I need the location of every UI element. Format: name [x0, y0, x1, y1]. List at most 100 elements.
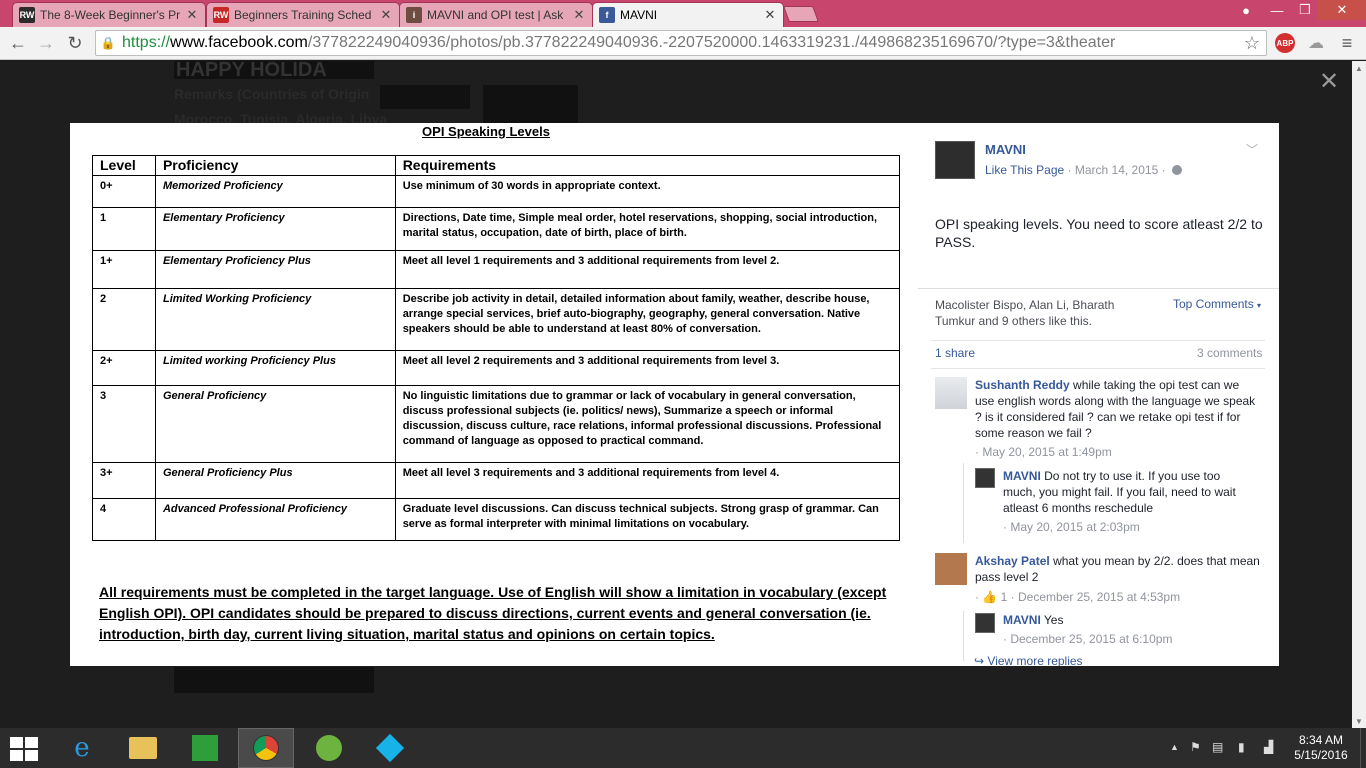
requirements-cell: Use minimum of 30 words in appropriate c…: [394, 175, 901, 208]
comment-author[interactable]: MAVNI: [1003, 469, 1041, 483]
battery-icon[interactable]: ▮: [1238, 740, 1245, 754]
close-tab-icon[interactable]: ✕: [379, 7, 393, 23]
close-tab-icon[interactable]: ✕: [185, 7, 199, 23]
minimize-icon[interactable]: —: [1262, 0, 1292, 20]
level-cell: 0+: [92, 175, 156, 208]
start-pane: [10, 750, 23, 761]
page-avatar[interactable]: [935, 141, 975, 179]
background-image-fragment: [174, 667, 374, 693]
chrome-taskbar-button[interactable]: [238, 728, 294, 768]
table-row: 1+ Elementary Proficiency Plus Meet all …: [92, 250, 901, 289]
tab-title: MAVNI: [620, 8, 658, 22]
document-title: OPI Speaking Levels: [422, 124, 550, 139]
avatar[interactable]: [975, 468, 995, 488]
browser-toolbar: ← → ↻ 🔒 https://www.facebook.com/3778222…: [0, 27, 1366, 60]
chevron-down-icon[interactable]: ﹀: [1246, 141, 1258, 158]
reload-icon[interactable]: ↻: [63, 32, 87, 54]
system-clock[interactable]: 8:34 AM 5/15/2016: [1292, 733, 1350, 763]
shares-link[interactable]: 1 share: [935, 346, 975, 360]
page-name-link[interactable]: MAVNI: [985, 142, 1026, 157]
reply: MAVNI Yes: [1003, 612, 1253, 628]
comment-timestamp[interactable]: · May 20, 2015 at 2:03pm: [1003, 520, 1140, 534]
post-sidebar: MAVNI ﹀ Like This Page · March 14, 2015 …: [918, 123, 1279, 666]
clock-date: 5/15/2016: [1294, 748, 1348, 762]
windows-start-icon[interactable]: [10, 737, 38, 761]
avatar[interactable]: [975, 613, 995, 633]
chrome-icon: [253, 735, 279, 761]
close-tab-icon[interactable]: ✕: [572, 7, 586, 23]
store-icon[interactable]: [177, 728, 233, 768]
menu-icon[interactable]: ≡: [1336, 33, 1358, 53]
level-cell: 3+: [92, 462, 156, 499]
comment-timestamp[interactable]: · December 25, 2015 at 6:10pm: [1003, 632, 1172, 646]
restore-icon[interactable]: ❐: [1292, 0, 1318, 20]
table-row: 4 Advanced Professional Proficiency Grad…: [92, 498, 901, 541]
comment-author[interactable]: Akshay Patel: [975, 554, 1050, 568]
url-scheme: https://: [122, 34, 171, 51]
adblock-plus-icon[interactable]: ABP: [1275, 33, 1295, 53]
avatar[interactable]: [935, 553, 967, 585]
column-header: Proficiency: [154, 155, 396, 176]
avatar[interactable]: [935, 377, 967, 409]
close-theater-icon[interactable]: ✕: [1318, 68, 1340, 95]
window-close-icon[interactable]: ✕: [1318, 0, 1366, 20]
page-scrollbar[interactable]: ▲ ▼: [1352, 61, 1366, 728]
kodi-icon[interactable]: [362, 728, 418, 768]
tab-title: The 8-Week Beginner's Pr: [40, 8, 181, 22]
url-host: www.facebook.com: [170, 34, 308, 51]
comment-count[interactable]: 3 comments: [1197, 346, 1262, 360]
flag-icon[interactable]: ⚑: [1190, 740, 1201, 754]
background-text: HAPPY HOLIDA: [176, 61, 327, 81]
likes-summary[interactable]: Macolister Bispo, Alan Li, Bharath Tumku…: [935, 297, 1150, 329]
requirements-cell: Meet all level 2 requirements and 3 addi…: [394, 350, 901, 386]
comment: Sushanth Reddy while taking the opi test…: [975, 377, 1260, 441]
tab-strip: RW The 8-Week Beginner's Pr ✕ RW Beginne…: [0, 0, 1366, 27]
show-desktop-button[interactable]: [1360, 728, 1366, 768]
table-row: 3+ General Proficiency Plus Meet all lev…: [92, 462, 901, 499]
tab-8-week-beginner[interactable]: RW The 8-Week Beginner's Pr ✕: [12, 2, 206, 27]
forward-icon[interactable]: →: [34, 32, 58, 54]
runnersworld-favicon-icon: RW: [213, 7, 229, 23]
post-date[interactable]: March 14, 2015: [1075, 163, 1158, 177]
back-icon[interactable]: ←: [6, 32, 30, 54]
comment-meta: · 👍 1 · December 25, 2015 at 4:53pm: [975, 590, 1181, 604]
user-profile-icon[interactable]: ●: [1236, 0, 1256, 20]
timestamp-text: May 20, 2015 at 1:49pm: [982, 445, 1112, 459]
post-text: OPI speaking levels. You need to score a…: [935, 216, 1263, 250]
new-tab-button[interactable]: [783, 6, 819, 22]
close-tab-icon[interactable]: ✕: [763, 7, 777, 23]
comment-timestamp[interactable]: December 25, 2015 at 4:53pm: [1018, 590, 1180, 604]
comment-like-count[interactable]: 1: [1001, 590, 1008, 604]
start-pane: [25, 750, 38, 761]
internet-explorer-icon[interactable]: e: [54, 728, 110, 768]
tab-mavni[interactable]: f MAVNI ✕: [592, 2, 784, 27]
bookmark-star-icon[interactable]: ☆: [1244, 33, 1260, 54]
proficiency-cell: General Proficiency: [154, 385, 396, 463]
top-comments-dropdown[interactable]: Top Comments ▾: [1173, 297, 1261, 311]
spring-tool-icon[interactable]: [301, 728, 357, 768]
scroll-up-icon[interactable]: ▲: [1352, 61, 1366, 75]
separator-dot: ·: [1067, 163, 1075, 177]
background-image-fragment: [380, 85, 470, 109]
show-hidden-icons-icon[interactable]: ▲: [1170, 742, 1179, 752]
scroll-down-icon[interactable]: ▼: [1352, 714, 1366, 728]
globe-icon: [1171, 165, 1182, 175]
level-cell: 1+: [92, 250, 156, 289]
requirements-cell: Directions, Date time, Simple meal order…: [394, 207, 901, 251]
comment-author[interactable]: MAVNI: [1003, 613, 1041, 627]
address-bar[interactable]: 🔒 https://www.facebook.com/3778222490409…: [95, 30, 1267, 56]
tab-mavni-opi-ask[interactable]: i MAVNI and OPI test | Ask ✕: [399, 2, 593, 27]
photo-opi-document[interactable]: OPI Speaking Levels Level Proficiency Re…: [70, 123, 918, 666]
view-more-label: View more replies: [987, 654, 1083, 666]
action-center-icon[interactable]: ▤: [1212, 740, 1223, 754]
tab-beginners-training[interactable]: RW Beginners Training Sched ✕: [206, 2, 400, 27]
file-explorer-icon[interactable]: [115, 728, 171, 768]
like-page-link[interactable]: Like This Page: [985, 163, 1064, 177]
extension-icon[interactable]: ☁: [1305, 33, 1327, 53]
comment-author[interactable]: Sushanth Reddy: [975, 378, 1070, 392]
comment-timestamp[interactable]: · May 20, 2015 at 1:49pm: [975, 445, 1112, 459]
view-more-replies-link[interactable]: ↪ View more replies: [974, 654, 1083, 666]
network-icon[interactable]: ▟: [1264, 740, 1273, 754]
proficiency-cell: Limited Working Proficiency: [154, 288, 396, 351]
folder-shape: [129, 737, 157, 759]
